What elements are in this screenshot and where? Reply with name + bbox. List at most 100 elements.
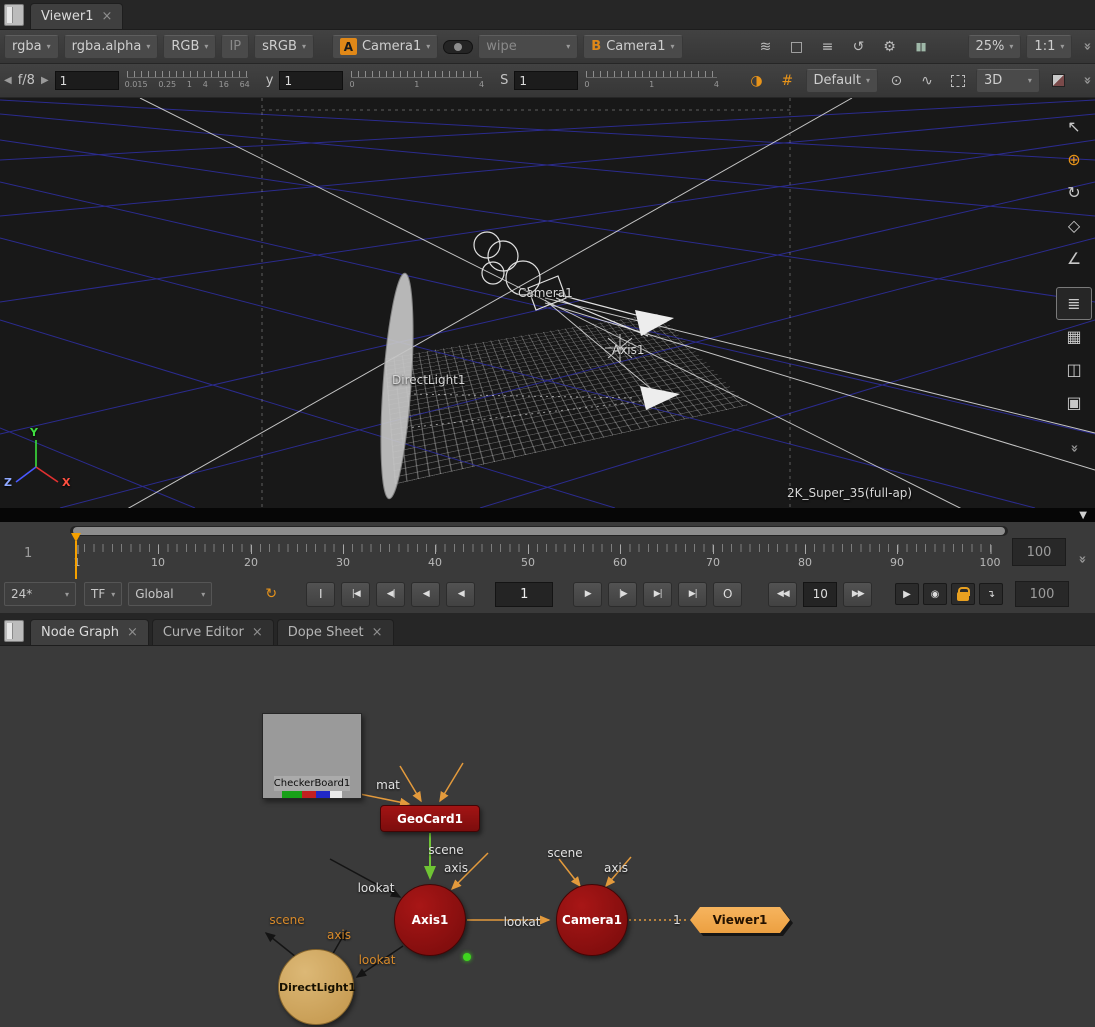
link-label-mat: mat: [376, 778, 400, 792]
goto-start-button[interactable]: |◀: [341, 582, 370, 607]
loop-mode-button[interactable]: O: [713, 582, 742, 607]
layout-frame-icon[interactable]: ▣: [1056, 386, 1092, 419]
gear-icon[interactable]: ⚙: [877, 35, 903, 59]
refresh-icon[interactable]: ↺: [846, 35, 872, 59]
gain-slider[interactable]: 0.015 0.25 1 4 16 64: [125, 68, 250, 94]
pause-icon[interactable]: ▮▮: [908, 35, 934, 59]
select-tool-icon[interactable]: ↖: [1056, 110, 1092, 143]
gizmo-z-label: Z: [4, 476, 12, 489]
node-axis[interactable]: Axis1: [394, 884, 466, 956]
viewport-collapse-icon[interactable]: »: [1067, 444, 1082, 452]
occluder-icon[interactable]: ⊙: [884, 69, 909, 93]
alpha-channel-dropdown[interactable]: rgba.alpha ▾: [64, 35, 159, 59]
next-stop-icon[interactable]: ▶: [41, 75, 49, 86]
input-process-toggle[interactable]: IP: [221, 35, 249, 59]
tab-dope-sheet[interactable]: Dope Sheet ×: [277, 619, 394, 645]
close-icon[interactable]: ×: [101, 10, 112, 23]
layout-bars-icon[interactable]: ≣: [1056, 287, 1092, 320]
splitter-collapse-icon[interactable]: ▼: [1079, 510, 1087, 521]
render-icon[interactable]: ◉: [923, 583, 947, 605]
roi-icon[interactable]: ≋: [753, 35, 779, 59]
fps-dropdown[interactable]: 24* ▾: [4, 582, 76, 606]
flipbook-icon[interactable]: ▶: [895, 583, 919, 605]
monitor-output-icon[interactable]: □: [784, 35, 810, 59]
goto-end-button[interactable]: ▶|: [678, 582, 707, 607]
pixel-aspect-dropdown[interactable]: 1:1 ▾: [1026, 35, 1072, 59]
prev-stop-icon[interactable]: ◀: [4, 75, 12, 86]
ab-blend-toggle[interactable]: [443, 40, 473, 54]
downrez-dropdown[interactable]: Default ▾: [806, 69, 879, 93]
translate-tool-icon[interactable]: ⊕: [1056, 143, 1092, 176]
saturation-slider[interactable]: 0 1 4: [584, 68, 719, 94]
gamma-slider[interactable]: 0 1 4: [349, 68, 484, 94]
tab-curve-editor[interactable]: Curve Editor ×: [152, 619, 274, 645]
headlamp-icon[interactable]: ◑: [744, 69, 769, 93]
tf-dropdown[interactable]: TF ▾: [84, 582, 122, 606]
pane-layout-icon[interactable]: [4, 4, 24, 26]
skew-tool-icon[interactable]: ∠: [1056, 242, 1092, 275]
wave-icon[interactable]: ∿: [915, 69, 940, 93]
input-a-dropdown[interactable]: A Camera1 ▾: [332, 35, 438, 59]
prev-keyframe-button[interactable]: ◀|: [376, 582, 405, 607]
viewer-3d-viewport[interactable]: Camera1 Axis1 DirectLight1 2K_Super_35(f…: [0, 98, 1095, 508]
tick-label: 4: [203, 80, 208, 89]
toolbar-collapse-icon[interactable]: »: [1079, 42, 1094, 50]
node-graph-canvas[interactable]: CheckerBoard1 GeoCard1 Axis1 Camera1 Dir…: [0, 646, 1095, 1027]
viewport-overlay-svg: [0, 98, 1095, 508]
playback-loop-icon[interactable]: ↻: [258, 582, 284, 606]
close-icon[interactable]: ×: [127, 626, 138, 639]
tab-node-graph[interactable]: Node Graph ×: [30, 619, 149, 645]
layout-split-icon[interactable]: ◫: [1056, 353, 1092, 386]
frame-increment-input[interactable]: [803, 582, 837, 607]
node-connections-svg: [0, 646, 1095, 1027]
viewer-lut-dropdown[interactable]: sRGB ▾: [254, 35, 314, 59]
panel-splitter[interactable]: ▼: [0, 508, 1095, 522]
jump-forward-button[interactable]: ▶▶: [843, 582, 872, 607]
gain-input[interactable]: [55, 71, 119, 90]
timeline-ruler[interactable]: 1 10 20 30 40 50 60 70 80 90 100: [75, 544, 997, 580]
timeline-scroll-bar[interactable]: [73, 527, 1005, 535]
marquee-select-icon[interactable]: [945, 69, 970, 93]
node-viewer[interactable]: Viewer1: [690, 907, 790, 933]
step-forward-button[interactable]: |▶: [608, 582, 637, 607]
close-icon[interactable]: ×: [372, 626, 383, 639]
zoom-dropdown[interactable]: 25% ▾: [968, 35, 1022, 59]
next-keyframe-button[interactable]: ▶|: [643, 582, 672, 607]
tab-viewer1[interactable]: Viewer1 ×: [30, 3, 123, 29]
layout-grid-icon[interactable]: ▦: [1056, 320, 1092, 353]
grid-overlay-icon[interactable]: #: [775, 69, 800, 93]
wipe-mode-dropdown[interactable]: wipe ▾: [478, 35, 578, 59]
play-backward-button[interactable]: ◀: [446, 582, 475, 607]
node-checkerboard[interactable]: CheckerBoard1: [262, 713, 362, 799]
current-frame-input[interactable]: [495, 582, 553, 607]
channels-dropdown[interactable]: rgba ▾: [4, 35, 59, 59]
popup-window-icon[interactable]: ↴: [979, 583, 1003, 605]
playhead[interactable]: [71, 533, 81, 542]
view-dimension-dropdown[interactable]: 3D ▾: [976, 69, 1040, 93]
jump-back-button[interactable]: ◀◀: [768, 582, 797, 607]
range-end-box[interactable]: 100: [1012, 538, 1066, 566]
geocard-input-stubs[interactable]: [400, 763, 463, 801]
rotate-tool-icon[interactable]: ↻: [1056, 176, 1092, 209]
frame-range-dropdown[interactable]: Global ▾: [128, 582, 212, 606]
end-frame-box[interactable]: 100: [1015, 581, 1069, 607]
overlay-menu-icon[interactable]: ≡: [815, 35, 841, 59]
color-swatch-icon[interactable]: [1046, 69, 1071, 93]
node-camera[interactable]: Camera1: [556, 884, 628, 956]
play-forward-button[interactable]: ▶: [573, 582, 602, 607]
in-point-button[interactable]: I: [306, 582, 335, 607]
node-geocard[interactable]: GeoCard1: [380, 805, 480, 832]
input-a-badge: A: [340, 38, 357, 55]
gamma-input[interactable]: [279, 71, 343, 90]
scale-tool-icon[interactable]: ◇: [1056, 209, 1092, 242]
close-icon[interactable]: ×: [252, 626, 263, 639]
toolbar-collapse-icon[interactable]: »: [1079, 76, 1094, 84]
saturation-input[interactable]: [514, 71, 578, 90]
display-style-dropdown[interactable]: RGB ▾: [163, 35, 216, 59]
node-directlight[interactable]: DirectLight1: [278, 949, 354, 1025]
pane-layout-icon[interactable]: [4, 620, 24, 642]
lock-range-icon[interactable]: [951, 583, 975, 605]
step-back-button[interactable]: ◀: [411, 582, 440, 607]
input-b-dropdown[interactable]: B Camera1 ▾: [583, 35, 682, 59]
timeline-collapse-icon[interactable]: »: [1075, 555, 1090, 563]
